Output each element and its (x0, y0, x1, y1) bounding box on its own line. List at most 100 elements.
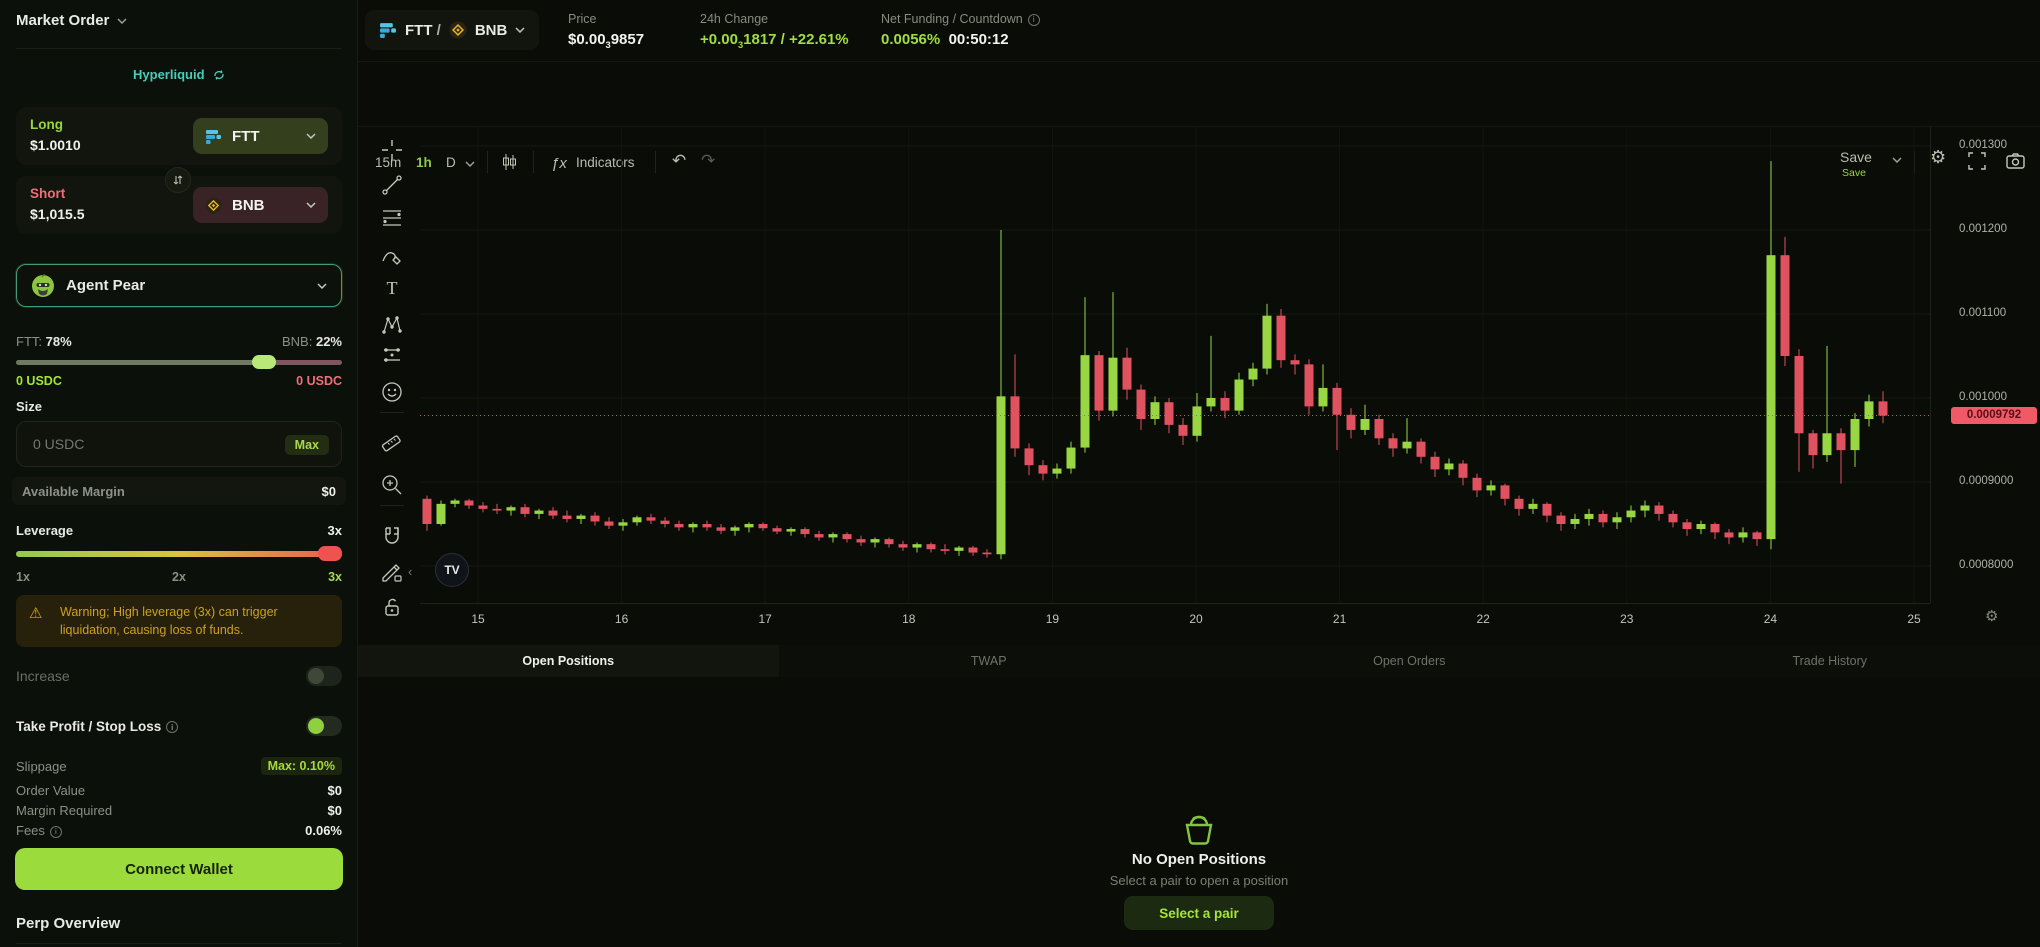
leverage-slider[interactable] (16, 546, 342, 562)
candle (1851, 413, 1860, 467)
x-axis-label: 21 (1333, 612, 1346, 626)
candle (1879, 391, 1888, 423)
candle (1193, 393, 1202, 442)
swap-sides-button[interactable] (165, 167, 191, 193)
chevron-down-icon (317, 283, 327, 289)
tab-open-orders[interactable]: Open Orders (1199, 645, 1620, 677)
axis-settings-gear-icon[interactable]: ⚙ (1985, 607, 1998, 625)
basket-icon-wrap (358, 813, 2040, 850)
zoom-in-icon[interactable] (380, 473, 404, 497)
candle (885, 537, 894, 547)
y-axis-label: 0.001000 (1959, 391, 2007, 403)
venue-switcher[interactable]: Hyperliquid (16, 66, 342, 84)
empty-title: No Open Positions (358, 851, 2040, 868)
leverage-slider-handle[interactable] (318, 546, 342, 561)
tpsl-toggle[interactable] (306, 716, 342, 736)
size-label: Size (16, 399, 342, 414)
candle (1403, 418, 1412, 453)
candle (857, 536, 866, 546)
ruler-icon[interactable] (380, 428, 404, 452)
agent-select[interactable]: Agent Pear (16, 264, 342, 307)
long-asset-select[interactable]: FTT (193, 118, 328, 154)
candle (1683, 519, 1692, 536)
candle (633, 516, 642, 526)
market-header: FTT / BNB Price $0.0039857 24h Change +0… (358, 0, 2040, 62)
tab-twap[interactable]: TWAP (779, 645, 1200, 677)
change-value: +0.0031817 / +22.61% (700, 31, 849, 50)
candle (1613, 512, 1622, 529)
candle (1151, 396, 1160, 425)
magnet-icon[interactable] (380, 525, 404, 549)
candle (1235, 373, 1244, 415)
warning-icon: ⚠ (29, 604, 42, 622)
price-axis[interactable]: 0.0009792 0.0013000.0012000.0011000.0010… (1930, 127, 2040, 603)
crosshair-icon[interactable] (380, 138, 404, 162)
candle (1767, 161, 1776, 549)
candlestick-chart[interactable] (420, 127, 1930, 603)
funding-label-text: Net Funding / Countdown (881, 12, 1023, 26)
emoji-tool-icon[interactable] (380, 380, 404, 404)
trading-app: Market Order Hyperliquid Long $1.0010 (0, 0, 2040, 947)
candle (1809, 430, 1818, 469)
tradingview-logo[interactable]: TV (435, 553, 469, 587)
ratio-left-pct: 78% (46, 334, 72, 349)
increase-toggle[interactable] (306, 666, 342, 686)
fib-retracement-icon[interactable] (380, 206, 404, 230)
leverage-slider-track[interactable] (16, 551, 342, 557)
lock-drawings-icon[interactable] (380, 595, 404, 619)
toolbar-collapse-arrow[interactable]: ‹ (408, 564, 412, 579)
order-type-label: Market Order (16, 12, 109, 29)
candle (661, 517, 670, 527)
position-tool-icon[interactable] (380, 343, 404, 367)
xabcd-pattern-icon[interactable] (380, 313, 404, 337)
funding-values: 0.0056% 00:50:12 (881, 31, 1040, 48)
candle (1067, 442, 1076, 474)
venue-label: Hyperliquid (133, 67, 205, 82)
order-panel: Market Order Hyperliquid Long $1.0010 (0, 0, 358, 947)
time-axis[interactable]: 1516171819202122232425 (420, 603, 1930, 635)
leverage-warning: ⚠ Warning; High leverage (3x) can trigge… (16, 595, 342, 647)
empty-positions-state: No Open Positions Select a pair to open … (358, 677, 2040, 947)
y-axis-label: 0.001200 (1959, 223, 2007, 235)
connect-wallet-button[interactable]: Connect Wallet (15, 848, 343, 890)
size-input[interactable] (31, 422, 271, 466)
candle (493, 504, 502, 514)
pair-selector[interactable]: FTT / BNB (365, 10, 539, 50)
bnb-icon (449, 21, 467, 39)
slippage-value[interactable]: Max: 0.10% (261, 757, 342, 775)
change-prefix: +0.00 (700, 31, 738, 48)
info-icon[interactable]: i (1028, 14, 1040, 26)
tab-trade-history[interactable]: Trade History (1620, 645, 2040, 677)
candle (1347, 408, 1356, 438)
candle (1865, 395, 1874, 427)
ratio-slider-track[interactable] (16, 360, 342, 365)
info-icon[interactable]: i (50, 826, 62, 838)
candle (591, 512, 600, 525)
brush-icon[interactable] (380, 245, 404, 269)
candle (1515, 495, 1524, 515)
select-pair-button[interactable]: Select a pair (1124, 896, 1274, 930)
pair-base: FTT / (405, 22, 441, 39)
tab-open-positions[interactable]: Open Positions (358, 645, 779, 677)
x-axis-label: 15 (471, 612, 484, 626)
candle (619, 519, 628, 531)
candle (1207, 336, 1216, 412)
max-button[interactable]: Max (285, 435, 329, 455)
x-axis-label: 16 (615, 612, 628, 626)
candle (1277, 309, 1286, 368)
ratio-slider-handle[interactable] (252, 355, 276, 369)
candle (1781, 237, 1790, 366)
trend-line-icon[interactable] (380, 173, 404, 197)
ratio-slider[interactable] (16, 355, 342, 369)
text-tool-icon[interactable]: T (380, 276, 404, 300)
drawing-mode-pencil-icon[interactable] (380, 560, 404, 584)
increase-row: Increase (16, 666, 342, 686)
candle (1039, 460, 1048, 480)
candle (703, 521, 712, 531)
info-icon[interactable]: i (166, 721, 178, 733)
candle (1571, 514, 1580, 529)
short-asset-select[interactable]: BNB (193, 187, 328, 223)
order-type-select[interactable]: Market Order (16, 12, 342, 29)
candle (1375, 415, 1384, 445)
basket-icon (1181, 813, 1217, 845)
